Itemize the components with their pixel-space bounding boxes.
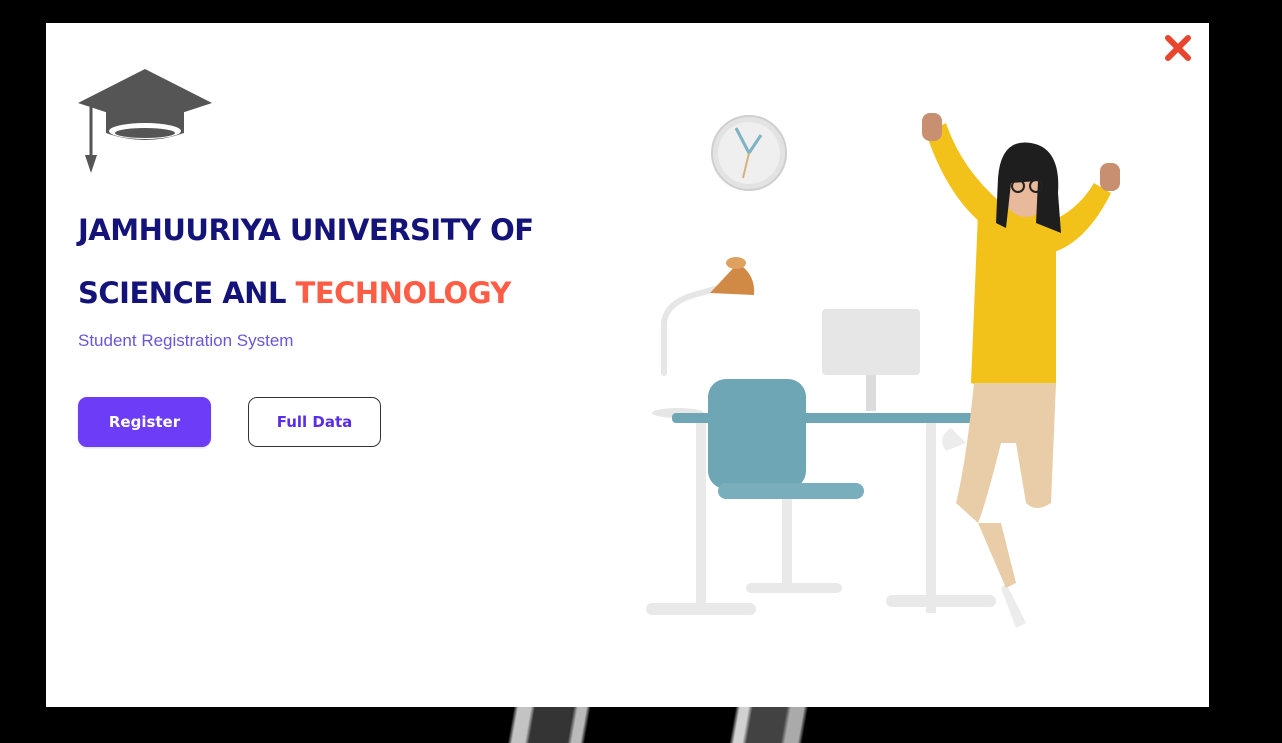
student-desk-illustration [646, 113, 1120, 628]
register-button[interactable]: Register [78, 397, 211, 447]
student-figure [922, 113, 1120, 628]
graduation-cap-icon [78, 69, 212, 173]
close-icon [1165, 35, 1191, 61]
monitor-icon [822, 309, 920, 411]
title-prefix: SCIENCE ANL [78, 276, 286, 310]
university-title-line-2: SCIENCE ANL TECHNOLOGY [78, 276, 511, 310]
chair-icon [708, 379, 864, 593]
welcome-modal: JAMHUURIYA UNIVERSITY OF SCIENCE ANL TEC… [46, 23, 1209, 707]
close-button[interactable] [1161, 31, 1195, 65]
full-data-button[interactable]: Full Data [248, 397, 381, 447]
title-accent: TECHNOLOGY [295, 276, 512, 310]
background-image [480, 706, 900, 743]
subtitle: Student Registration System [78, 331, 294, 350]
clock-icon [711, 115, 787, 191]
university-title-line-1: JAMHUURIYA UNIVERSITY OF [78, 213, 534, 247]
